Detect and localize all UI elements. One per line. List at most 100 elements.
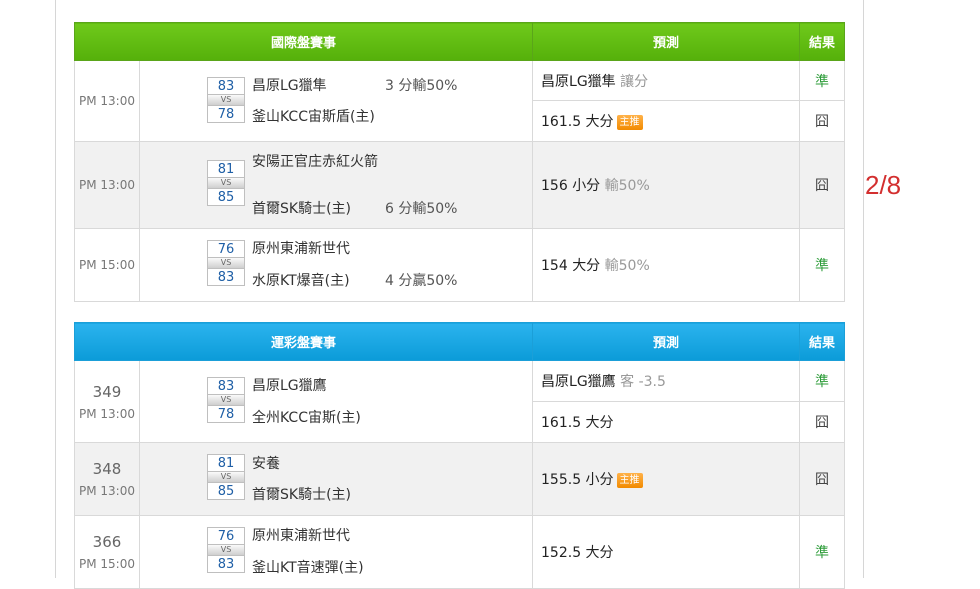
home-team: 水原KT爆音(主) [252,273,350,289]
vs-label: VS [207,395,245,405]
prediction-main: 156 小分 [541,178,601,194]
page-indicator: 2/8 [865,170,902,200]
result-cell: 準 [799,60,846,101]
result-cell: 囧 [799,100,846,142]
result-cell: 準 [799,360,846,402]
time-cell: PM 15:00 [74,228,140,302]
home-score: 85 [207,482,245,500]
home-score: 83 [207,555,245,573]
prediction-main: 154 大分 [541,258,601,274]
game-time: PM 15:00 [79,557,135,571]
time-cell: 348 PM 13:00 [74,442,140,516]
vs-label: VS [207,258,245,268]
result-cell: 準 [799,228,846,302]
time-cell: PM 13:00 [74,60,140,142]
away-team: 安養 [252,456,280,472]
home-score: 78 [207,105,245,123]
table-header: 運彩盤賽事 預測 結果 [73,322,846,361]
prediction-sub: 輸50% [604,178,650,194]
score-box: 76 VS 83 [207,240,245,286]
prediction-main: 昌原LG獵隼 [541,73,616,90]
prediction-cell: 154 大分 輸50% [532,228,801,302]
game-number: 348 [92,460,122,478]
home-team: 首爾SK騎士(主) [252,201,351,217]
away-team: 原州東浦新世代 [252,528,350,544]
prediction-main: 155.5 小分 [541,472,614,488]
handicap-result: 4 分贏50% [385,273,458,289]
match-cell: 83 VS 78 昌原LG獵鷹 全州KCC宙斯(主) [138,360,534,443]
away-team: 昌原LG獵鷹 [252,378,327,394]
score-box: 83 VS 78 [207,77,245,123]
time-cell: 349 PM 13:00 [74,360,140,443]
prediction-sub: 輸50% [604,258,650,274]
prediction-cell: 161.5 大分 主推 [532,100,801,142]
home-score: 85 [207,188,245,206]
game-number: 366 [92,533,122,551]
header-match: 國際盤賽事 [73,22,534,61]
prediction-sub: 讓分 [620,73,649,90]
home-score: 78 [207,405,245,423]
game-number: 349 [92,382,122,401]
away-team: 安陽正官庄赤紅火箭 [252,154,378,170]
away-score: 76 [207,240,245,258]
game-time: PM 15:00 [79,258,135,272]
prediction-sub: 客 -3.5 [620,374,666,390]
table-row: 349 PM 13:00 83 VS 78 昌原LG獵鷹 全州KCC宙斯(主) … [74,360,846,443]
prediction-main: 昌原LG獵鷹 [541,374,616,390]
prediction-main: 161.5 大分 [541,415,614,431]
match-cell: 81 VS 85 安陽正官庄赤紅火箭 首爾SK騎士(主) 6 分輸50% [138,141,534,229]
prediction-cell: 155.5 小分 主推 [532,442,801,516]
score-box: 81 VS 85 [207,160,245,206]
vs-label: VS [207,178,245,188]
prediction-cell: 161.5 大分 [532,401,801,443]
prediction-cell: 156 小分 輸50% [532,141,801,229]
vs-label: VS [207,545,245,555]
away-score: 83 [207,77,245,95]
table-header: 國際盤賽事 預測 結果 [73,22,846,61]
table-row: 348 PM 13:00 81 VS 85 安養 首爾SK騎士(主) 155.5… [74,442,846,516]
table-row: PM 13:00 81 VS 85 安陽正官庄赤紅火箭 首爾SK騎士(主) 6 … [74,141,846,229]
home-team: 釜山KCC宙斯盾(主) [252,109,375,125]
header-match: 運彩盤賽事 [73,322,534,361]
score-box: 81 VS 85 [207,454,245,500]
game-time: PM 13:00 [79,94,135,108]
home-team: 首爾SK騎士(主) [252,487,351,503]
match-cell: 76 VS 83 原州東浦新世代 水原KT爆音(主) 4 分贏50% [138,228,534,302]
handicap-result: 6 分輸50% [385,201,458,217]
home-team: 釜山KT音速彈(主) [252,560,364,576]
prediction-main: 152.5 大分 [541,545,614,561]
game-time: PM 13:00 [79,484,135,498]
header-prediction: 預測 [532,22,801,61]
prediction-cell: 昌原LG獵鷹 客 -3.5 [532,360,801,402]
header-result: 結果 [799,322,846,361]
match-cell: 81 VS 85 安養 首爾SK騎士(主) [138,442,534,516]
table-row: PM 15:00 76 VS 83 原州東浦新世代 水原KT爆音(主) 4 分贏… [74,228,846,302]
vs-label: VS [207,95,245,105]
handicap-result: 3 分輸50% [385,78,458,94]
away-team: 昌原LG獵隼 [252,78,327,94]
international-games-table: 國際盤賽事 預測 結果 PM 13:00 83 VS 78 昌原LG獵隼 釜山K… [73,22,846,302]
lottery-games-table: 運彩盤賽事 預測 結果 349 PM 13:00 83 VS 78 昌原LG獵鷹… [73,322,846,589]
away-score: 81 [207,160,245,178]
prediction-cell: 昌原LG獵隼 讓分 [532,60,801,101]
away-score: 76 [207,527,245,545]
score-box: 76 VS 83 [207,527,245,573]
result-cell: 囧 [799,442,846,516]
header-result: 結果 [799,22,846,61]
game-time: PM 13:00 [79,178,135,192]
result-cell: 囧 [799,141,846,229]
away-team: 原州東浦新世代 [252,241,350,257]
table-row: PM 13:00 83 VS 78 昌原LG獵隼 釜山KCC宙斯盾(主) 3 分… [74,60,846,142]
header-prediction: 預測 [532,322,801,361]
prediction-main: 161.5 大分 [541,114,614,130]
home-team: 全州KCC宙斯(主) [252,410,361,426]
time-cell: PM 13:00 [74,141,140,229]
game-time: PM 13:00 [79,406,135,421]
away-score: 81 [207,454,245,472]
featured-badge: 主推 [616,115,643,130]
away-score: 83 [207,377,245,395]
featured-badge: 主推 [616,473,643,488]
home-score: 83 [207,268,245,286]
result-cell: 囧 [799,401,846,443]
vs-label: VS [207,472,245,482]
